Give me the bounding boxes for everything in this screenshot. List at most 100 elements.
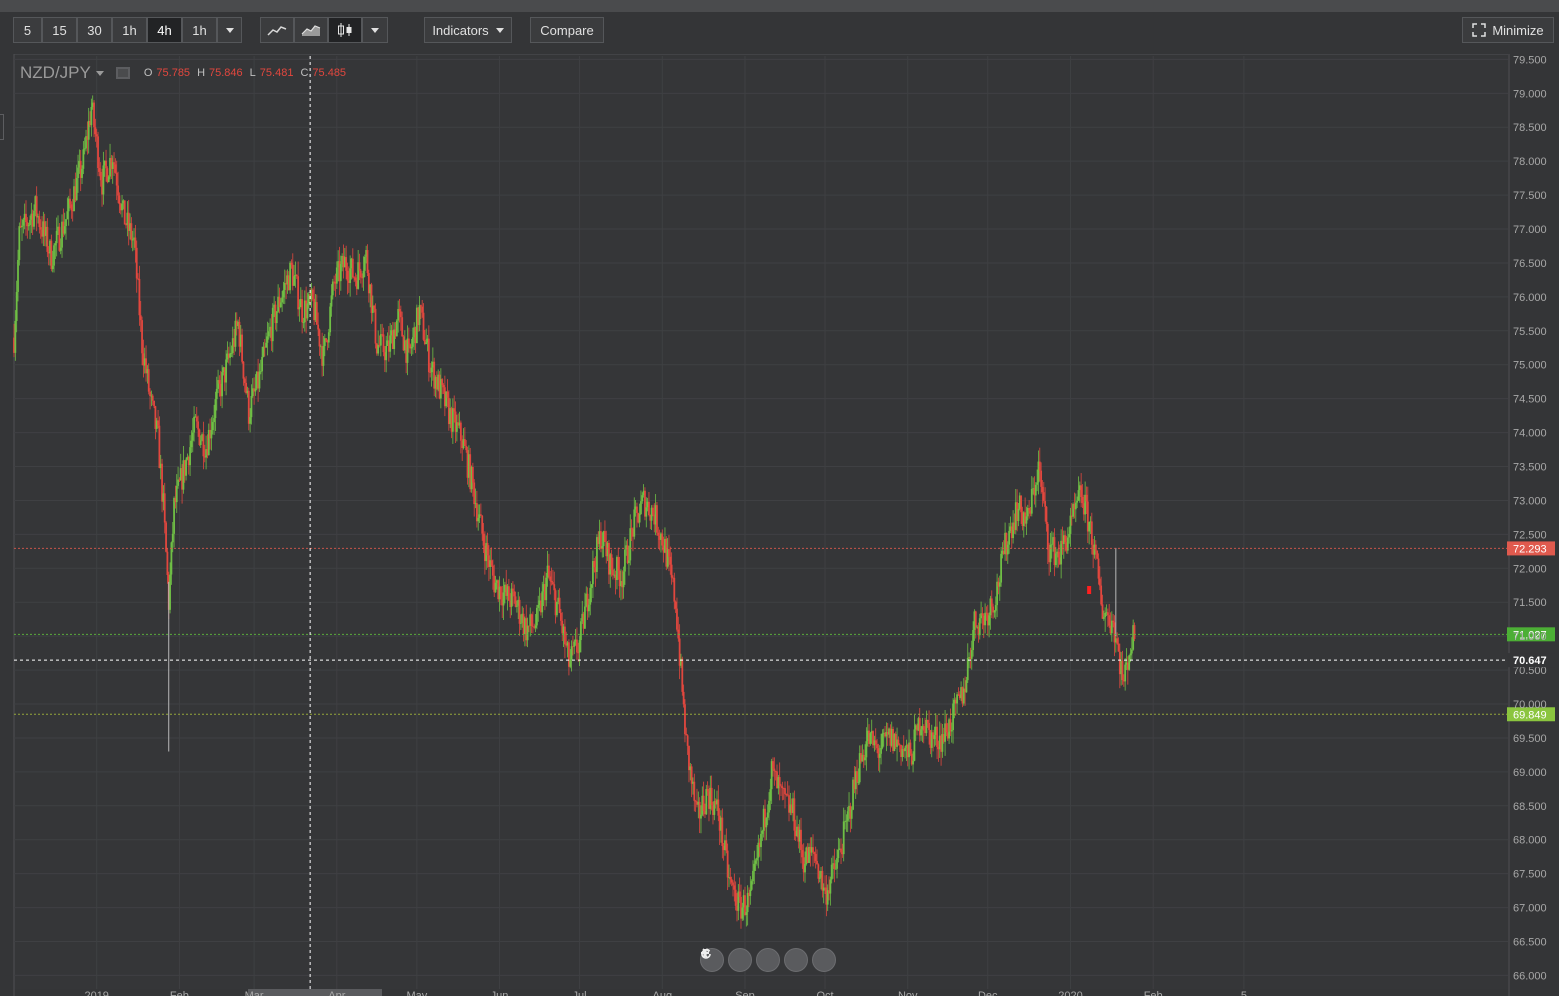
- chevron-down-icon[interactable]: [95, 70, 104, 76]
- x-tick-label: Apr: [328, 990, 345, 996]
- candle: [165, 521, 167, 553]
- chart-type-dropdown-button[interactable]: [362, 17, 388, 43]
- current-bar-marker: [1087, 586, 1092, 595]
- x-tick-label: Feb: [1144, 990, 1163, 996]
- candle: [329, 302, 332, 336]
- price-line-label: 69.849: [1513, 709, 1547, 721]
- period-15-button[interactable]: 15: [42, 17, 77, 43]
- price-axis: 66.000 66.500 67.000 67.500 68.000 68.500 69.0…: [1513, 54, 1547, 982]
- high-label: H: [197, 67, 206, 79]
- candle: [18, 222, 21, 266]
- minimize-icon: [1472, 23, 1487, 37]
- minimize-label: Minimize: [1492, 22, 1544, 38]
- compare-button[interactable]: Compare: [530, 17, 604, 43]
- y-tick-label: 73.500: [1513, 462, 1547, 474]
- x-tick-label: Sep: [735, 990, 755, 996]
- y-tick-label: 74.000: [1513, 428, 1547, 440]
- x-tick-label: Jun: [491, 990, 509, 996]
- y-tick-label: 70.000: [1513, 699, 1547, 711]
- panel-expand-handle[interactable]: [0, 114, 4, 140]
- candle: [556, 601, 558, 618]
- time-scrollbar-thumb: [248, 989, 382, 996]
- y-tick-label: 72.500: [1513, 529, 1547, 541]
- price-chart[interactable]: 72.293 71.027 69.849 2019 Feb Mar Apr May Jun Ju…: [0, 54, 1559, 996]
- x-tick-label: Nov: [898, 990, 918, 996]
- open-value: 75.785: [156, 67, 191, 79]
- x-tick-label: 2019: [84, 990, 108, 996]
- period-30-button[interactable]: 30: [77, 17, 112, 43]
- chart-canvas[interactable]: 72.29371.02769.849 2019 Feb Mar Apr May Jun Ju…: [0, 54, 1559, 996]
- candle: [656, 502, 658, 536]
- indicators-label: Indicators: [432, 22, 489, 38]
- period-dropdown-button[interactable]: [217, 17, 242, 43]
- indicators-button[interactable]: Indicators: [424, 17, 512, 43]
- y-tick-label: 69.000: [1513, 767, 1547, 779]
- y-tick-label: 76.000: [1513, 292, 1547, 304]
- x-tick-label: May: [406, 990, 427, 996]
- zoom-out-button[interactable]: [701, 948, 752, 972]
- window-top-strip: [0, 0, 1559, 12]
- chevron-down-icon: [371, 27, 379, 33]
- area-chart-button[interactable]: [294, 17, 328, 43]
- chart-grid: [13, 54, 1510, 996]
- y-tick-label: 78.000: [1513, 156, 1547, 168]
- line-chart-button[interactable]: [260, 17, 294, 43]
- symbol-name[interactable]: NZD/JPY: [20, 63, 91, 83]
- y-tick-label: 78.500: [1513, 122, 1547, 134]
- candle: [1096, 550, 1099, 560]
- y-tick-label: 77.500: [1513, 190, 1547, 202]
- x-tick-label: Aug: [653, 990, 673, 996]
- period-4h-button[interactable]: 4h: [147, 17, 182, 43]
- crosshair-price-label: 70.647: [1513, 655, 1547, 667]
- low-value: 75.481: [259, 67, 294, 79]
- period-5-button[interactable]: 5: [13, 17, 42, 43]
- chevron-right-icon: [702, 948, 709, 958]
- period-1h-custom-button[interactable]: 1h: [182, 17, 217, 43]
- candle: [1133, 622, 1136, 642]
- y-tick-label: 74.500: [1513, 394, 1547, 406]
- candle: [681, 656, 684, 696]
- y-tick-label: 72.000: [1513, 563, 1547, 575]
- chevron-down-icon: [225, 27, 234, 33]
- area-chart-icon: [301, 25, 321, 36]
- candle: [123, 200, 126, 225]
- candlestick-icon: [338, 23, 352, 37]
- candle: [289, 261, 292, 294]
- low-label: L: [249, 67, 256, 79]
- y-tick-label: 77.000: [1513, 224, 1547, 236]
- x-tick-label: 2020: [1058, 990, 1082, 996]
- minimize-button[interactable]: Minimize: [1462, 17, 1554, 43]
- close-label: C: [300, 67, 309, 79]
- candle: [1128, 654, 1131, 671]
- y-tick-label: 68.000: [1513, 835, 1547, 847]
- candle: [869, 732, 872, 746]
- y-tick-label: 66.000: [1513, 970, 1547, 982]
- time-axis: 2019 Feb Mar Apr May Jun Jul Aug Sep Oct Nov Dec 202…: [84, 989, 1247, 996]
- y-tick-label: 76.500: [1513, 258, 1547, 270]
- symbol-header: NZD/JPY O 75.785 H 75.846 L 75.481 C 75.…: [20, 62, 353, 84]
- close-value: 75.485: [312, 67, 347, 79]
- candlestick-chart-button[interactable]: [328, 17, 362, 43]
- scroll-right-button[interactable]: [702, 948, 836, 972]
- y-tick-label: 79.000: [1513, 88, 1547, 100]
- y-tick-label: 75.500: [1513, 326, 1547, 338]
- chart-navigation: [700, 948, 836, 972]
- zoom-in-button[interactable]: [701, 948, 808, 972]
- y-tick-label: 71.500: [1513, 597, 1547, 609]
- x-tick-label: Dec: [978, 990, 998, 996]
- x-tick-label: Mar: [245, 990, 264, 996]
- period-1h-button[interactable]: 1h: [112, 17, 147, 43]
- y-tick-label: 68.500: [1513, 801, 1547, 813]
- price-line-label: 72.293: [1513, 543, 1547, 555]
- y-tick-label: 69.500: [1513, 733, 1547, 745]
- y-tick-label: 67.000: [1513, 903, 1547, 915]
- candle: [374, 303, 377, 349]
- high-value: 75.846: [209, 67, 243, 79]
- line-chart-icon: [267, 26, 287, 36]
- candle: [395, 319, 398, 337]
- y-tick-label: 66.500: [1513, 937, 1547, 949]
- screenshot-icon[interactable]: [115, 67, 130, 79]
- x-tick-label: Feb: [170, 990, 189, 996]
- reset-button[interactable]: [701, 948, 780, 972]
- x-tick-label: Oct: [816, 990, 833, 996]
